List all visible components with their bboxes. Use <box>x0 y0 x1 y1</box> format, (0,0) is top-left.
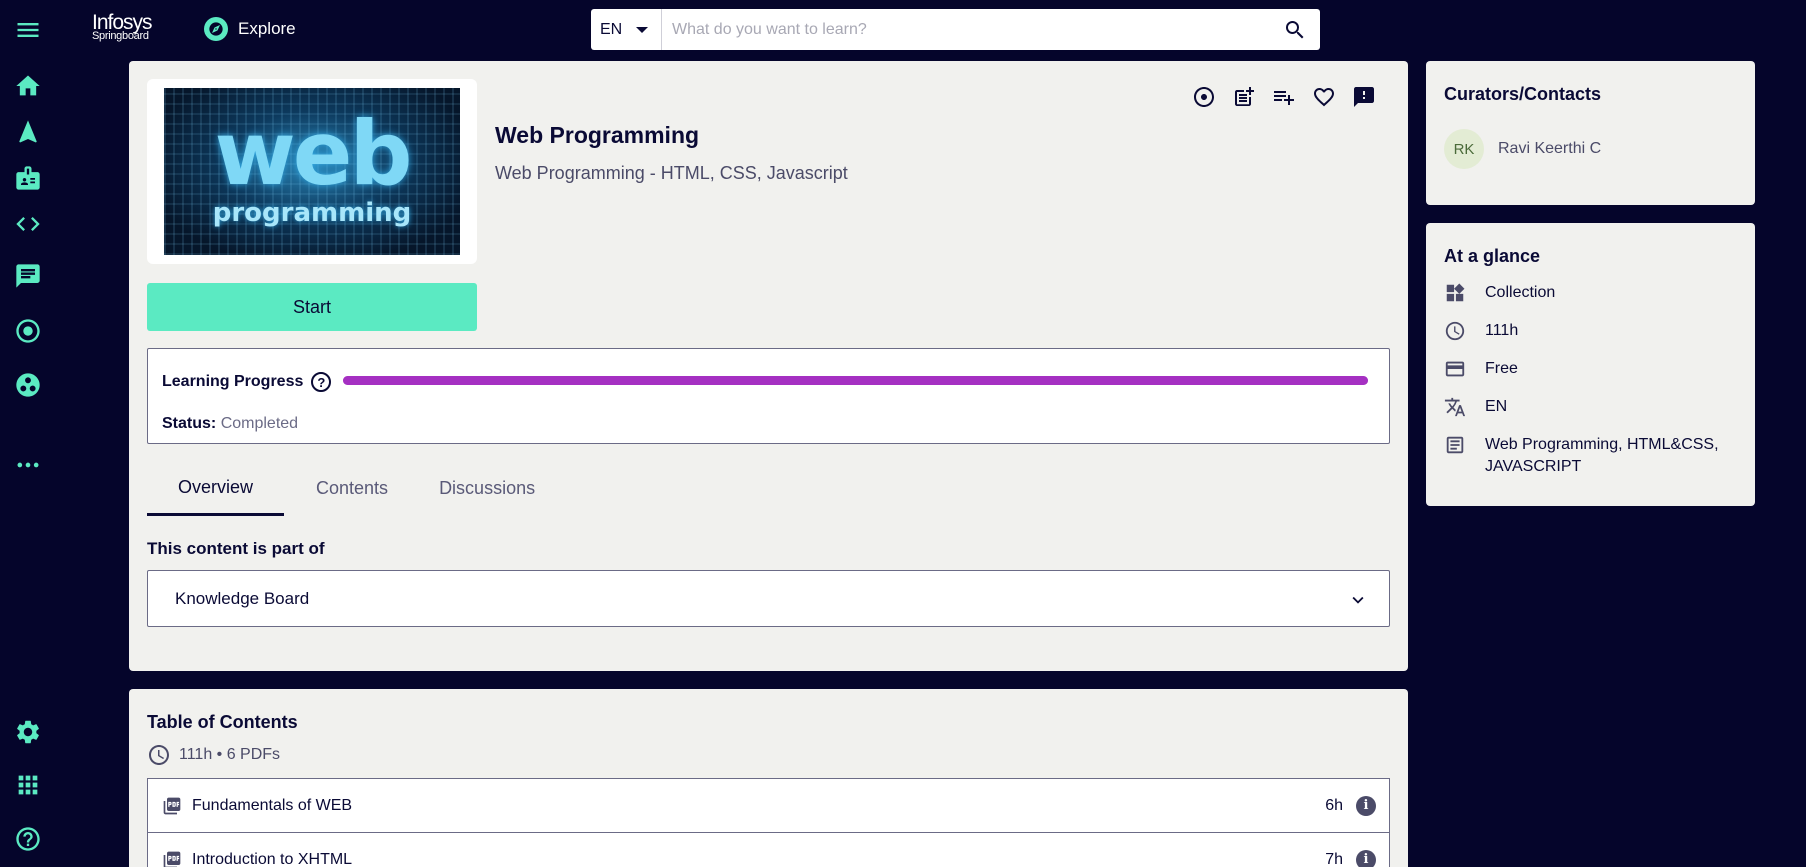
clock-icon <box>149 745 169 765</box>
glance-item-duration: 111h <box>1444 320 1744 358</box>
tab-contents[interactable]: Contents <box>284 461 408 516</box>
tab-overview[interactable]: Overview <box>147 461 285 516</box>
toc-meta-text: 111h • 6 PDFs <box>179 746 281 763</box>
thumb-text-big: web <box>214 102 413 205</box>
start-button[interactable]: Start <box>147 283 477 331</box>
glance-item-type: Collection <box>1444 282 1744 320</box>
progress-help-icon[interactable]: ? <box>311 372 332 392</box>
toc-item-duration: 6h <box>1325 796 1343 814</box>
part-of-heading: This content is part of <box>147 539 325 558</box>
collection-icon <box>1446 283 1465 302</box>
playlist-add-icon[interactable] <box>1270 83 1298 111</box>
toc-item[interactable]: Fundamentals of WEB 6h i <box>147 778 1390 833</box>
search-bar: EN <box>591 9 1320 50</box>
settings-icon[interactable] <box>10 714 46 750</box>
chevron-down-icon <box>1352 596 1364 604</box>
info-icon[interactable]: i <box>1356 849 1376 867</box>
badge-icon[interactable] <box>10 160 46 196</box>
progress-bar <box>343 376 1368 385</box>
status-label: Status: <box>162 415 217 432</box>
curators-title: Curators/Contacts <box>1444 84 1602 104</box>
top-bar: Infosys Springboard Explore EN <box>0 0 1806 60</box>
favorite-icon[interactable] <box>1310 83 1338 111</box>
at-a-glance-title: At a glance <box>1444 246 1541 266</box>
content-tabs: Overview Contents Discussions <box>147 461 566 516</box>
curator-contact[interactable]: RK Ravi Keerthi C <box>1444 129 1601 169</box>
glance-list: Collection 111h Free EN Web Programming,… <box>1444 282 1744 478</box>
community-icon[interactable] <box>10 367 46 403</box>
navigation-icon[interactable] <box>10 114 46 150</box>
language-select[interactable]: EN <box>591 9 662 50</box>
toc-item-name: Fundamentals of WEB <box>192 796 353 814</box>
more-icon[interactable] <box>10 447 46 483</box>
add-note-icon[interactable] <box>1230 83 1258 111</box>
tab-discussions[interactable]: Discussions <box>408 461 566 516</box>
progress-bar-fill <box>343 376 1368 385</box>
curator-name: Ravi Keerthi C <box>1498 140 1602 157</box>
code-icon[interactable] <box>10 206 46 242</box>
pdf-icon <box>162 796 182 816</box>
search-icon <box>1286 20 1304 38</box>
learning-progress-panel: Learning Progress ? Status: Completed <box>147 348 1390 444</box>
left-rail <box>0 0 56 867</box>
search-input[interactable] <box>662 10 1270 49</box>
clock-icon <box>1445 321 1465 341</box>
caret-down-icon <box>636 26 649 33</box>
action-icons <box>1190 83 1378 111</box>
thumb-text-small: programming <box>212 198 412 228</box>
pdf-icon <box>162 850 182 867</box>
explore-label: Explore <box>238 19 296 38</box>
feedback-icon[interactable] <box>1350 83 1378 111</box>
translate-icon <box>1444 397 1466 417</box>
subject-icon <box>1446 436 1464 454</box>
target-icon[interactable] <box>10 313 46 349</box>
credit-card-icon <box>1445 361 1465 377</box>
toc-title: Table of Contents <box>147 712 298 732</box>
table-of-contents-card: Table of Contents 111h • 6 PDFs Fundamen… <box>129 689 1408 867</box>
glance-item-language: EN <box>1444 396 1744 434</box>
toc-item[interactable]: Introduction to XHTML 7h i <box>147 832 1390 867</box>
course-thumbnail: web programming <box>147 79 477 264</box>
infosys-springboard-logo[interactable]: Infosys Springboard <box>92 12 153 42</box>
help-icon[interactable] <box>10 821 46 857</box>
info-icon[interactable]: i <box>1356 795 1376 816</box>
course-image: web programming <box>164 88 460 255</box>
apps-grid-icon[interactable] <box>10 767 46 803</box>
home-icon[interactable] <box>10 68 46 104</box>
toc-item-duration: 7h <box>1325 850 1343 867</box>
course-title: Web Programming <box>495 122 700 148</box>
curators-card: Curators/Contacts RK Ravi Keerthi C <box>1426 61 1755 205</box>
toc-list: Fundamentals of WEB 6h i Introduction to… <box>147 778 1390 867</box>
at-a-glance-card: At a glance Collection 111h Free EN Web … <box>1426 223 1755 506</box>
toc-item-name: Introduction to XHTML <box>192 850 353 867</box>
knowledge-board-label: Knowledge Board <box>175 588 310 608</box>
explore-link[interactable]: Explore <box>204 17 296 41</box>
course-subtitle: Web Programming - HTML, CSS, Javascript <box>495 163 848 183</box>
chat-icon[interactable] <box>10 258 46 294</box>
status-line: Status: Completed <box>162 415 298 433</box>
toc-meta: 111h • 6 PDFs <box>147 743 280 767</box>
language-value: EN <box>600 20 623 38</box>
compass-icon <box>204 17 228 41</box>
glance-item-price: Free <box>1444 358 1744 396</box>
glance-item-subject: Web Programming, HTML&CSS, JAVASCRIPT <box>1444 434 1744 478</box>
knowledge-board-dropdown[interactable]: Knowledge Board <box>147 570 1390 627</box>
course-details-card: web programming Start Web Programming We… <box>129 61 1408 671</box>
learning-progress-label: Learning Progress <box>162 373 304 390</box>
goal-icon[interactable] <box>1190 83 1218 111</box>
search-button[interactable] <box>1270 9 1320 50</box>
avatar: RK <box>1444 129 1484 169</box>
status-value: Completed <box>220 415 299 432</box>
